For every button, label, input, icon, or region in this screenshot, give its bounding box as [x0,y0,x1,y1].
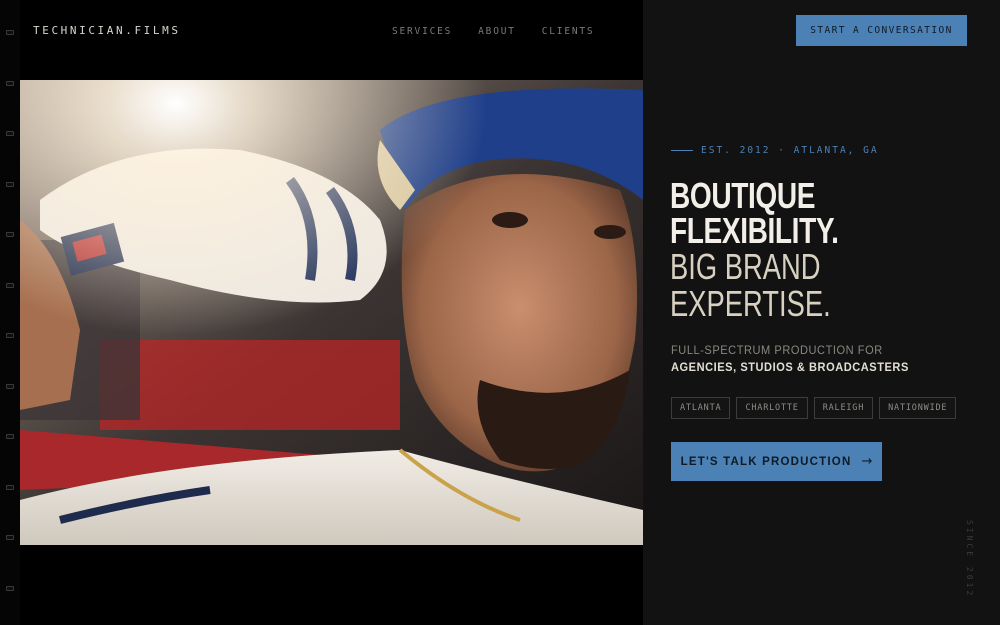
headline-light-line-2: EXPERTISE. [670,283,831,324]
sprocket-hole [6,232,14,237]
headline: BOUTIQUE FLEXIBILITY. BIG BRAND EXPERTIS… [670,175,970,324]
sprocket-hole [6,131,14,136]
sprocket-hole [6,30,14,35]
subheadline-line-2: AGENCIES, STUDIOS & BROADCASTERS [671,360,909,374]
sprocket-hole [6,333,14,338]
headline-bold-line-1: BOUTIQUE [670,175,816,216]
location-chip-charlotte[interactable]: CHARLOTTE [736,397,808,419]
arrow-right-icon: → [861,454,873,469]
nav-about[interactable]: ABOUT [478,26,516,37]
sprocket-hole [6,434,14,439]
sprocket-hole [6,535,14,540]
talk-production-label: LET'S TALK PRODUCTION [680,455,852,468]
eyebrow-text: EST. 2012 · ATLANTA, GA [701,145,879,156]
since-vertical-text: SINCE 2012 [965,520,974,599]
subheadline-line-1: FULL-SPECTRUM PRODUCTION FOR [671,343,883,357]
headline-bold-line-2: FLEXIBILITY. [670,210,839,251]
sprocket-hole [6,80,14,86]
start-conversation-button[interactable]: START A CONVERSATION [796,15,967,46]
subheadline: FULL-SPECTRUM PRODUCTION FOR AGENCIES, S… [671,343,930,374]
sprocket-hole [6,181,14,187]
eyebrow: EST. 2012 · ATLANTA, GA [671,145,879,156]
nav-services[interactable]: SERVICES [392,26,452,37]
location-chip-raleigh[interactable]: RALEIGH [813,397,874,419]
location-chips: ATLANTA CHARLOTTE RALEIGH NATIONWIDE [671,397,957,419]
talk-production-button[interactable]: LET'S TALK PRODUCTION → [671,442,882,481]
location-chip-nationwide[interactable]: NATIONWIDE [879,397,957,419]
sprocket-hole [6,282,14,288]
film-strip [0,0,20,625]
eyebrow-rule [671,150,693,151]
sprocket-hole [6,585,14,591]
location-chip-atlanta[interactable]: ATLANTA [671,397,731,419]
site-logo[interactable]: TECHNICIAN.FILMS [33,24,181,37]
main-nav: SERVICES ABOUT CLIENTS [392,26,594,37]
hero-photo [20,80,643,545]
sprocket-hole [6,484,14,490]
headline-light-line-1: BIG BRAND [670,246,821,287]
nav-clients[interactable]: CLIENTS [542,26,595,37]
sprocket-hole [6,383,14,389]
